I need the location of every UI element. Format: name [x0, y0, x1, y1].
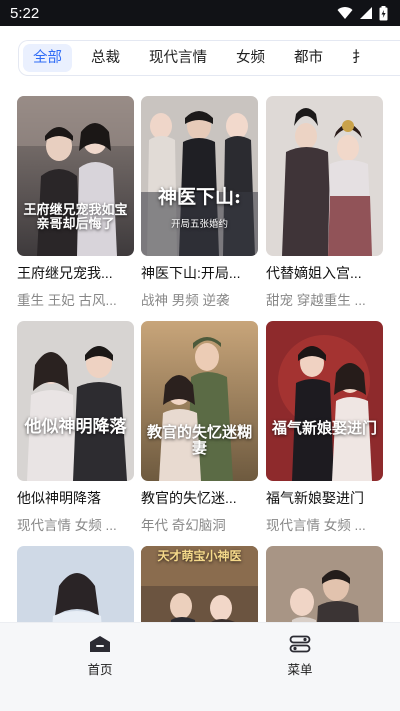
drama-card[interactable]: 神医下山: 开局五张婚约 神医下山:开局... 战神 男频 逆袭 [141, 96, 258, 309]
drama-cover[interactable] [266, 96, 383, 256]
drama-tags: 甜宠 穿越重生 ... [266, 293, 366, 308]
cover-image [141, 321, 258, 481]
drama-cover[interactable]: 神医下山: 开局五张婚约 [141, 96, 258, 256]
nav-menu[interactable]: 菜单 [260, 635, 340, 678]
drama-title: 他似神明降落 [17, 490, 101, 506]
tab-female[interactable]: 女频 [226, 44, 275, 72]
cover-title-art: 教官的失忆迷糊妻 [147, 423, 253, 457]
drama-cover[interactable]: 福气新娘娶进门 [266, 321, 383, 481]
tab-modern-romance[interactable]: 现代言情 [139, 44, 217, 72]
wifi-icon [337, 7, 353, 20]
cover-subtitle-art: 开局五张婚约 [170, 219, 228, 230]
status-bar: 5:22 [0, 0, 400, 26]
tab-all[interactable]: 全部 [23, 44, 72, 72]
cover-title-art: 福气新娘娶进门 [272, 419, 378, 437]
drama-title: 王府继兄宠我... [17, 265, 113, 281]
home-icon [90, 636, 110, 652]
drama-tags: 战神 男频 逆袭 [141, 293, 230, 308]
menu-icon [289, 635, 311, 653]
drama-card[interactable]: 教官的失忆迷糊妻 教官的失忆迷... 年代 奇幻脑洞 [141, 321, 258, 534]
category-tabs: 全部 总裁 现代言情 女频 都市 扌 [18, 40, 400, 76]
tab-urban[interactable]: 都市 [284, 44, 333, 72]
bottom-navigation: 首页 菜单 [0, 622, 400, 711]
cover-image [141, 96, 258, 256]
cover-title-art: 神医下山: [157, 186, 241, 208]
drama-title: 神医下山:开局... [141, 265, 241, 281]
battery-icon [379, 5, 388, 20]
drama-tags: 年代 奇幻脑洞 [141, 518, 226, 533]
drama-title: 福气新娘娶进门 [266, 490, 364, 506]
cellular-signal-icon [360, 7, 372, 19]
drama-card[interactable]: 他似神明降落 他似神明降落 现代言情 女频 ... [17, 321, 134, 534]
drama-cover[interactable]: 他似神明降落 [17, 321, 134, 481]
nav-menu-label: 菜单 [287, 663, 313, 677]
tab-partial[interactable]: 扌 [342, 44, 377, 72]
cover-image [17, 321, 134, 481]
status-time: 5:22 [10, 4, 40, 22]
drama-title: 教官的失忆迷... [141, 490, 237, 506]
drama-tags: 重生 王妃 古风... [17, 293, 117, 308]
nav-home-label: 首页 [87, 663, 113, 677]
category-tab-bar: 全部 总裁 现代言情 女频 都市 扌 [0, 26, 400, 94]
cover-title-art: 王府继兄宠我如宝 亲哥却后悔了 [23, 203, 128, 232]
cover-image [266, 96, 383, 256]
drama-card[interactable]: 代替嫡姐入宫... 甜宠 穿越重生 ... [266, 96, 383, 309]
cover-image [17, 96, 134, 256]
drama-tags: 现代言情 女频 ... [266, 518, 366, 533]
drama-cover[interactable]: 教官的失忆迷糊妻 [141, 321, 258, 481]
drama-card[interactable]: 福气新娘娶进门 福气新娘娶进门 现代言情 女频 ... [266, 321, 383, 534]
status-icons [337, 5, 388, 21]
cover-image [266, 321, 383, 481]
nav-home[interactable]: 首页 [60, 635, 140, 678]
drama-tags: 现代言情 女频 ... [17, 518, 117, 533]
drama-title: 代替嫡姐入宫... [266, 265, 362, 281]
cover-title-art: 天才萌宝小神医 [157, 549, 242, 563]
drama-card[interactable]: 王府继兄宠我如宝 亲哥却后悔了 王府继兄宠我... 重生 王妃 古风... [17, 96, 134, 309]
cover-title-art: 他似神明降落 [24, 417, 127, 437]
drama-cover[interactable]: 王府继兄宠我如宝 亲哥却后悔了 [17, 96, 134, 256]
tab-ceo[interactable]: 总裁 [81, 44, 130, 72]
